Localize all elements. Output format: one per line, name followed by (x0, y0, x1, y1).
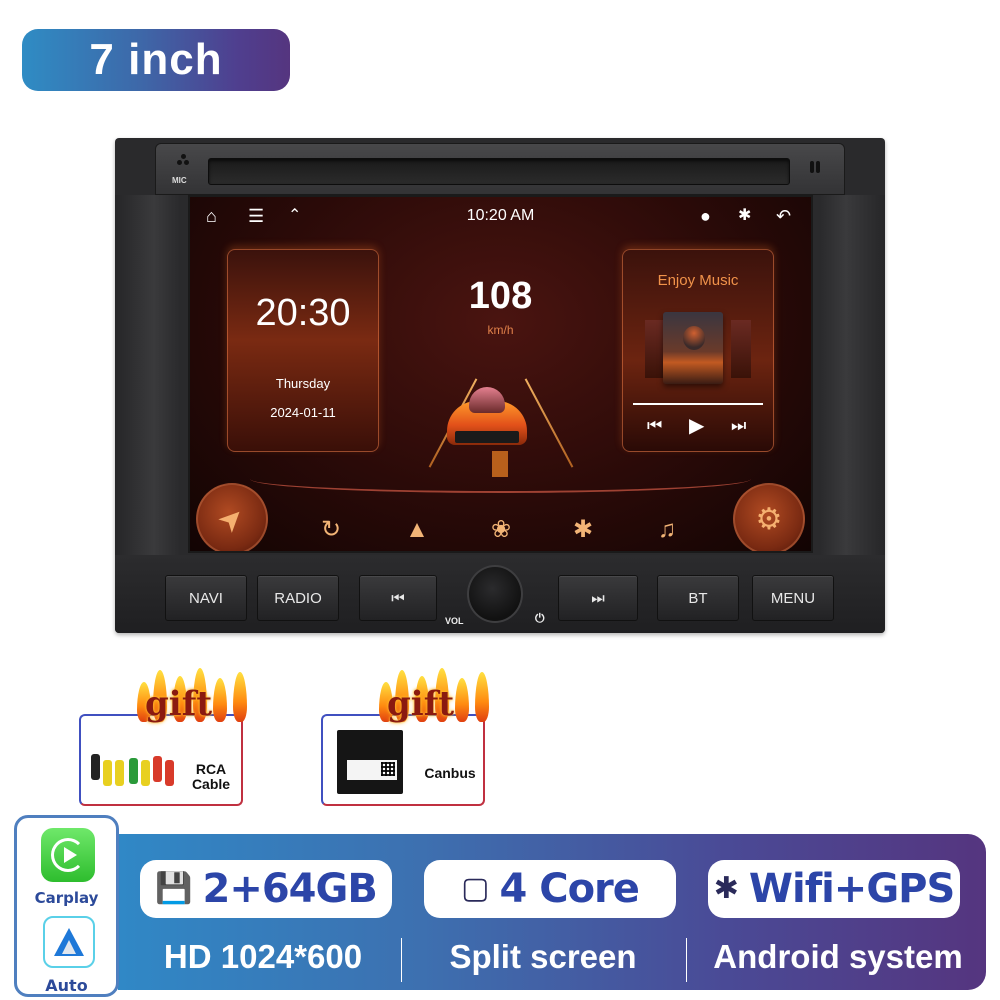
carplay-logo-icon (41, 828, 95, 882)
dock-arc (250, 479, 751, 493)
car-image (447, 387, 527, 457)
android-auto-logo-icon (43, 916, 95, 968)
gift-rca-cable: gift RCA Cable (79, 668, 247, 806)
play-icon[interactable]: ▶ (689, 416, 704, 436)
previous-icon[interactable]: ⏮ (647, 416, 662, 436)
gift-item-name: RCA Cable (191, 761, 231, 792)
memory-value: 2+64GB (202, 866, 378, 912)
gift-tag: gift (133, 668, 255, 732)
music-note-icon[interactable]: ♫ (652, 515, 682, 545)
cpu-spec: ▢ 4 Core (424, 860, 676, 918)
navigation-button[interactable]: ➤ (196, 483, 268, 551)
head-unit: MIC ⌂ ☰ ⌃ 10:20 AM ● ✱ ↶ 20:30 Thursday … (115, 138, 885, 633)
next-track-button[interactable]: ⏭ (558, 575, 638, 621)
bt-button[interactable]: BT (657, 575, 739, 621)
bluetooth-icon[interactable]: ✱ (738, 206, 751, 226)
carplay-label: Carplay (34, 889, 99, 907)
music-widget[interactable]: Enjoy Music ⏮ ▶ ⏭ (622, 249, 774, 452)
gift-label: gift (387, 684, 455, 724)
mic-label: MIC (172, 176, 187, 185)
reset-hole-icon (810, 161, 822, 173)
gift-label: gift (145, 684, 213, 724)
back-icon[interactable]: ↶ (776, 206, 791, 226)
android-auto-icon[interactable]: ▲ (402, 515, 432, 545)
road-line-right (524, 378, 574, 468)
navigation-arrow-icon: ➤ (211, 498, 253, 540)
canbus-module-image (337, 730, 403, 794)
split-screen-label: Split screen (449, 938, 637, 975)
navi-button[interactable]: NAVI (165, 575, 247, 621)
sd-card-icon: 💾 (155, 872, 193, 905)
apps-grid-icon[interactable]: ❀ (486, 515, 516, 545)
volume-knob[interactable] (467, 565, 523, 623)
status-time: 10:20 AM (466, 207, 535, 224)
music-progress[interactable] (633, 403, 763, 405)
bluetooth-icon: ✱ (713, 872, 739, 905)
vol-label: VOL (445, 616, 464, 626)
top-panel: MIC (155, 143, 845, 195)
touchscreen: ⌂ ☰ ⌃ 10:20 AM ● ✱ ↶ 20:30 Thursday 2024… (188, 195, 813, 553)
album-art (663, 312, 723, 384)
menu-button[interactable]: MENU (752, 575, 834, 621)
gift-item-name: Canbus (424, 765, 476, 781)
auto-label: Auto (45, 976, 88, 995)
radio-button[interactable]: RADIO (257, 575, 339, 621)
left-bezel (115, 195, 180, 555)
connectivity-spec: ✱ Wifi+GPS (708, 860, 960, 918)
previous-track-button[interactable]: ⏮ (359, 575, 437, 621)
settings-button[interactable]: ⚙ (733, 483, 805, 551)
split-screen-icon: ▢ (461, 872, 490, 905)
hardware-button-strip: NAVI RADIO ⏮ VOL ⏻ ⏭ BT MENU (115, 555, 885, 633)
album-art-next (731, 320, 751, 378)
status-bar: ⌂ ☰ ⌃ 10:20 AM ● ✱ ↶ (190, 197, 811, 235)
gift-canbus: gift Canbus (321, 668, 489, 806)
disc-slot (208, 158, 790, 185)
next-icon[interactable]: ⏭ (731, 416, 746, 436)
memory-spec: 💾 2+64GB (140, 860, 392, 918)
clock-day: Thursday (275, 376, 331, 391)
divider (686, 938, 687, 982)
settings-gear-icon: ⚙ (755, 502, 783, 536)
divider (401, 938, 402, 982)
cpu-value: 4 Core (499, 866, 639, 912)
power-icon: ⏻ (535, 611, 545, 625)
gift-tag: gift (375, 668, 497, 732)
size-badge: 7 inch (22, 29, 290, 91)
right-bezel (820, 195, 885, 555)
connectivity-value: Wifi+GPS (748, 866, 955, 912)
spec-band: 💾 2+64GB ▢ 4 Core ✱ Wifi+GPS HD 1024*600… (118, 834, 986, 990)
app-support-panel: Carplay Auto (14, 815, 119, 997)
mic-icon (176, 154, 192, 168)
album-art-prev (645, 320, 665, 378)
music-title: Enjoy Music (657, 272, 739, 289)
clock-date: 2024-01-11 (270, 405, 336, 420)
bluetooth-app-icon[interactable]: ✱ (568, 515, 598, 545)
location-pin-icon[interactable]: ● (700, 206, 711, 226)
system-label: Android system (713, 938, 963, 975)
resolution-label: HD 1024*600 (163, 938, 363, 975)
carplay-icon[interactable]: ↻ (316, 515, 346, 545)
